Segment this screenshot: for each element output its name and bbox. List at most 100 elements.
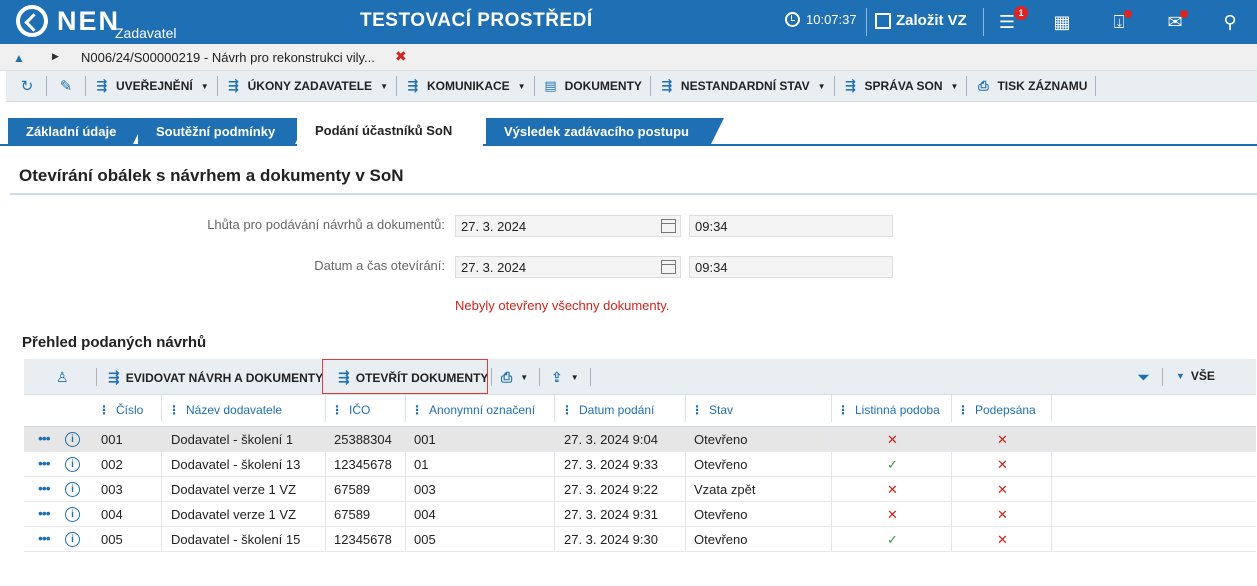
col-number[interactable]: ⋮ Číslo: [98, 403, 143, 417]
create-tender-button[interactable]: Založit VZ: [875, 12, 967, 29]
cross-icon: ✕: [997, 457, 1008, 472]
info-icon[interactable]: i: [65, 432, 80, 447]
menu-nonstandard-state[interactable]: ⇶ NESTANDARDNÍ STAV ▼: [659, 78, 825, 94]
create-tender-label: Založit VZ: [896, 12, 967, 29]
column-divider: [831, 502, 832, 527]
refresh-icon[interactable]: ↻: [16, 77, 38, 95]
cell-state: Otevřeno: [694, 457, 748, 472]
cell-ico: 67589: [334, 507, 371, 522]
column-divider: [161, 502, 162, 527]
menu-son-management[interactable]: ⇶ SPRÁVA SON ▼: [843, 78, 958, 94]
menu-communication[interactable]: ⇶ KOMUNIKACE ▼: [405, 78, 526, 94]
info-icon[interactable]: i: [65, 507, 80, 522]
col-signed[interactable]: ⋮ Podepsána: [957, 403, 1036, 417]
tab-procedure-result[interactable]: Výsledek zadávacího postupu: [486, 118, 724, 146]
opening-date-field[interactable]: 27. 3. 2024: [455, 256, 681, 278]
column-divider: [161, 527, 162, 552]
export-menu[interactable]: ⇪ ▼: [551, 369, 579, 386]
filter-all-dropdown[interactable]: ▼ VŠE: [1176, 369, 1215, 383]
table-row[interactable]: ••• i 001 Dodavatel - školení 1 25388304 001 2…: [24, 427, 1256, 452]
info-icon[interactable]: i: [65, 532, 80, 547]
row-actions-icon[interactable]: •••: [38, 530, 51, 546]
nen-logo-icon[interactable]: [16, 5, 48, 37]
chevron-down-icon: ▼: [517, 81, 526, 91]
menu-publication-label: UVEŘEJNĚNÍ: [116, 79, 193, 93]
col-supplier[interactable]: ⋮ Název dodavatele: [168, 403, 282, 417]
col-ico[interactable]: ⋮ IČO: [331, 403, 370, 417]
calendar-icon[interactable]: [661, 260, 676, 274]
calendar-icon[interactable]: ▦: [1051, 11, 1073, 33]
tab-participant-submissions[interactable]: Podání účastníků SoN: [297, 116, 497, 146]
chevron-down-icon: ▼: [1176, 371, 1185, 381]
column-divider: [831, 427, 832, 452]
cell-supplier: Dodavatel verze 1 VZ: [171, 482, 297, 497]
chevron-down-icon: ▼: [520, 373, 529, 382]
row-actions-icon[interactable]: •••: [38, 430, 51, 446]
toolbar-divider: [533, 76, 535, 96]
chevron-down-icon: ▼: [200, 81, 209, 91]
cell-state: Vzata zpět: [694, 482, 756, 497]
toolbar-divider: [491, 368, 492, 386]
deadline-date-field[interactable]: 27. 3. 2024: [455, 215, 681, 237]
column-divider: [161, 477, 162, 502]
row-actions-icon[interactable]: •••: [38, 455, 51, 471]
chevron-down-icon: ▼: [380, 81, 388, 91]
column-divider: [951, 427, 952, 452]
clock-icon: [785, 12, 800, 27]
register-submission-button[interactable]: ⇶ EVIDOVAT NÁVRH A DOKUMENTY: [108, 369, 323, 386]
info-icon[interactable]: i: [65, 482, 80, 497]
table-row[interactable]: ••• i 002 Dodavatel - školení 13 12345678 01 2…: [24, 452, 1256, 477]
cell-number: 005: [101, 532, 123, 547]
brand-name[interactable]: NEN: [57, 6, 120, 37]
deadline-time-field[interactable]: 09:34: [689, 215, 893, 237]
cell-number: 004: [101, 507, 123, 522]
col-paper-form[interactable]: ⋮ Listinná podoba: [837, 403, 940, 417]
column-divider: [1051, 427, 1052, 452]
user-icon[interactable]: ⚲: [1219, 11, 1241, 33]
col-submitted-date[interactable]: ⋮ Datum podání: [561, 403, 654, 417]
menu-documents[interactable]: ▤ DOKUMENTY: [543, 78, 642, 94]
cross-icon: ✕: [887, 432, 898, 447]
column-divider: [325, 477, 326, 502]
column-divider: [831, 527, 832, 552]
grid-toolbar: ♙ ⇶ EVIDOVAT NÁVRH A DOKUMENTY ⇶ OTEVŘÍT D…: [24, 359, 1256, 395]
column-divider: [161, 452, 162, 477]
cross-icon: ✕: [997, 432, 1008, 447]
deadline-date-value: 27. 3. 2024: [461, 219, 527, 234]
menu-list-icon: ⇶: [96, 78, 108, 93]
column-divider: [554, 502, 555, 527]
column-divider: [951, 477, 952, 502]
menu-contractor-actions[interactable]: ⇶ ÚKONY ZADAVATELE ▼: [226, 78, 388, 94]
table-row[interactable]: ••• i 004 Dodavatel verze 1 VZ 67589 004 27. 3…: [24, 502, 1256, 527]
close-icon[interactable]: ✖: [395, 48, 407, 65]
clock-time: 10:07:37: [806, 12, 857, 27]
table-row[interactable]: ••• i 005 Dodavatel - školení 15 12345678 005…: [24, 527, 1256, 552]
row-actions-icon[interactable]: •••: [38, 505, 51, 521]
home-icon[interactable]: ▲: [13, 51, 25, 65]
cell-anonymous: 003: [414, 482, 436, 497]
calendar-icon[interactable]: [661, 219, 676, 233]
cell-anonymous: 005: [414, 532, 436, 547]
info-icon[interactable]: i: [65, 457, 80, 472]
breadcrumb-item[interactable]: N006/24/S00000219 - Návrh pro rekonstruk…: [81, 50, 375, 65]
print-menu[interactable]: ⎙ ▼: [501, 369, 528, 386]
opening-date-value: 27. 3. 2024: [461, 260, 527, 275]
award-icon[interactable]: ♙: [56, 369, 69, 386]
row-actions-icon[interactable]: •••: [38, 480, 51, 496]
col-state[interactable]: ⋮ Stav: [691, 403, 733, 417]
register-submission-label: EVIDOVAT NÁVRH A DOKUMENTY: [125, 370, 324, 385]
cell-anonymous: 01: [414, 457, 429, 472]
tab-basic-info[interactable]: Základní údaje: [8, 118, 146, 146]
column-divider: [405, 452, 406, 477]
filter-icon[interactable]: ⏷: [1138, 369, 1149, 386]
pencil-icon[interactable]: ✎: [55, 77, 77, 95]
col-anonymous[interactable]: ⋮ Anonymní označení: [411, 403, 535, 417]
toolbar-divider: [216, 76, 218, 96]
table-row[interactable]: ••• i 003 Dodavatel verze 1 VZ 67589 003 27. 3…: [24, 477, 1256, 502]
menu-publication[interactable]: ⇶ UVEŘEJNĚNÍ ▼: [94, 78, 209, 94]
column-divider: [951, 395, 952, 422]
toolbar-divider: [46, 76, 47, 96]
menu-print-record[interactable]: ⎙ TISK ZÁZNAMU: [975, 78, 1087, 94]
opening-time-field[interactable]: 09:34: [689, 256, 893, 278]
tab-competition-conditions[interactable]: Soutěžní podmínky: [138, 118, 308, 146]
